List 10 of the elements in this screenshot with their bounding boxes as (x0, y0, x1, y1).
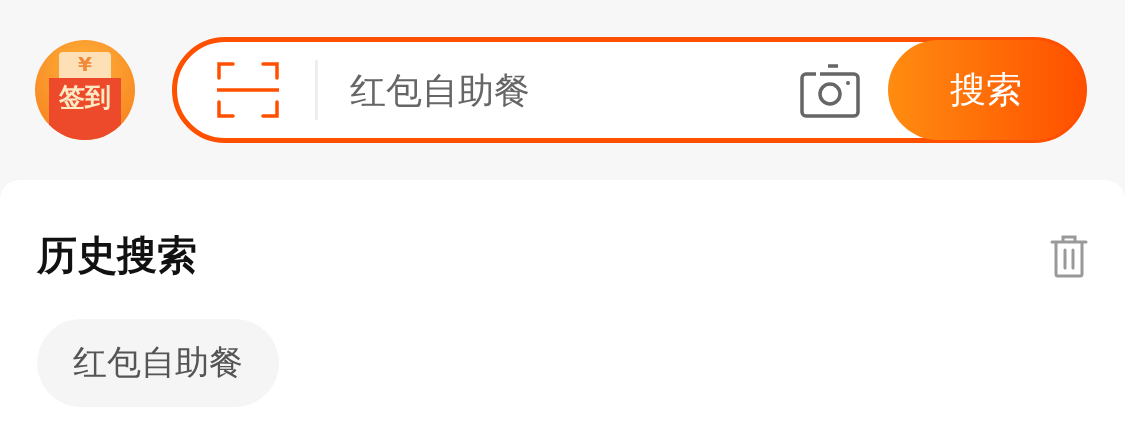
signin-badge[interactable]: ¥ 签到 (35, 40, 135, 140)
scan-icon[interactable] (217, 60, 279, 120)
search-button[interactable]: 搜索 (888, 40, 1084, 140)
trash-icon[interactable] (1050, 233, 1088, 278)
yen-symbol: ¥ (78, 52, 92, 78)
search-field[interactable]: 红包自助餐 (348, 68, 800, 112)
camera-icon[interactable] (800, 62, 860, 118)
badge-label: 签到 (59, 84, 111, 114)
history-chip[interactable]: 红包自助餐 (37, 319, 279, 407)
section-title: 历史搜索 (37, 231, 197, 280)
